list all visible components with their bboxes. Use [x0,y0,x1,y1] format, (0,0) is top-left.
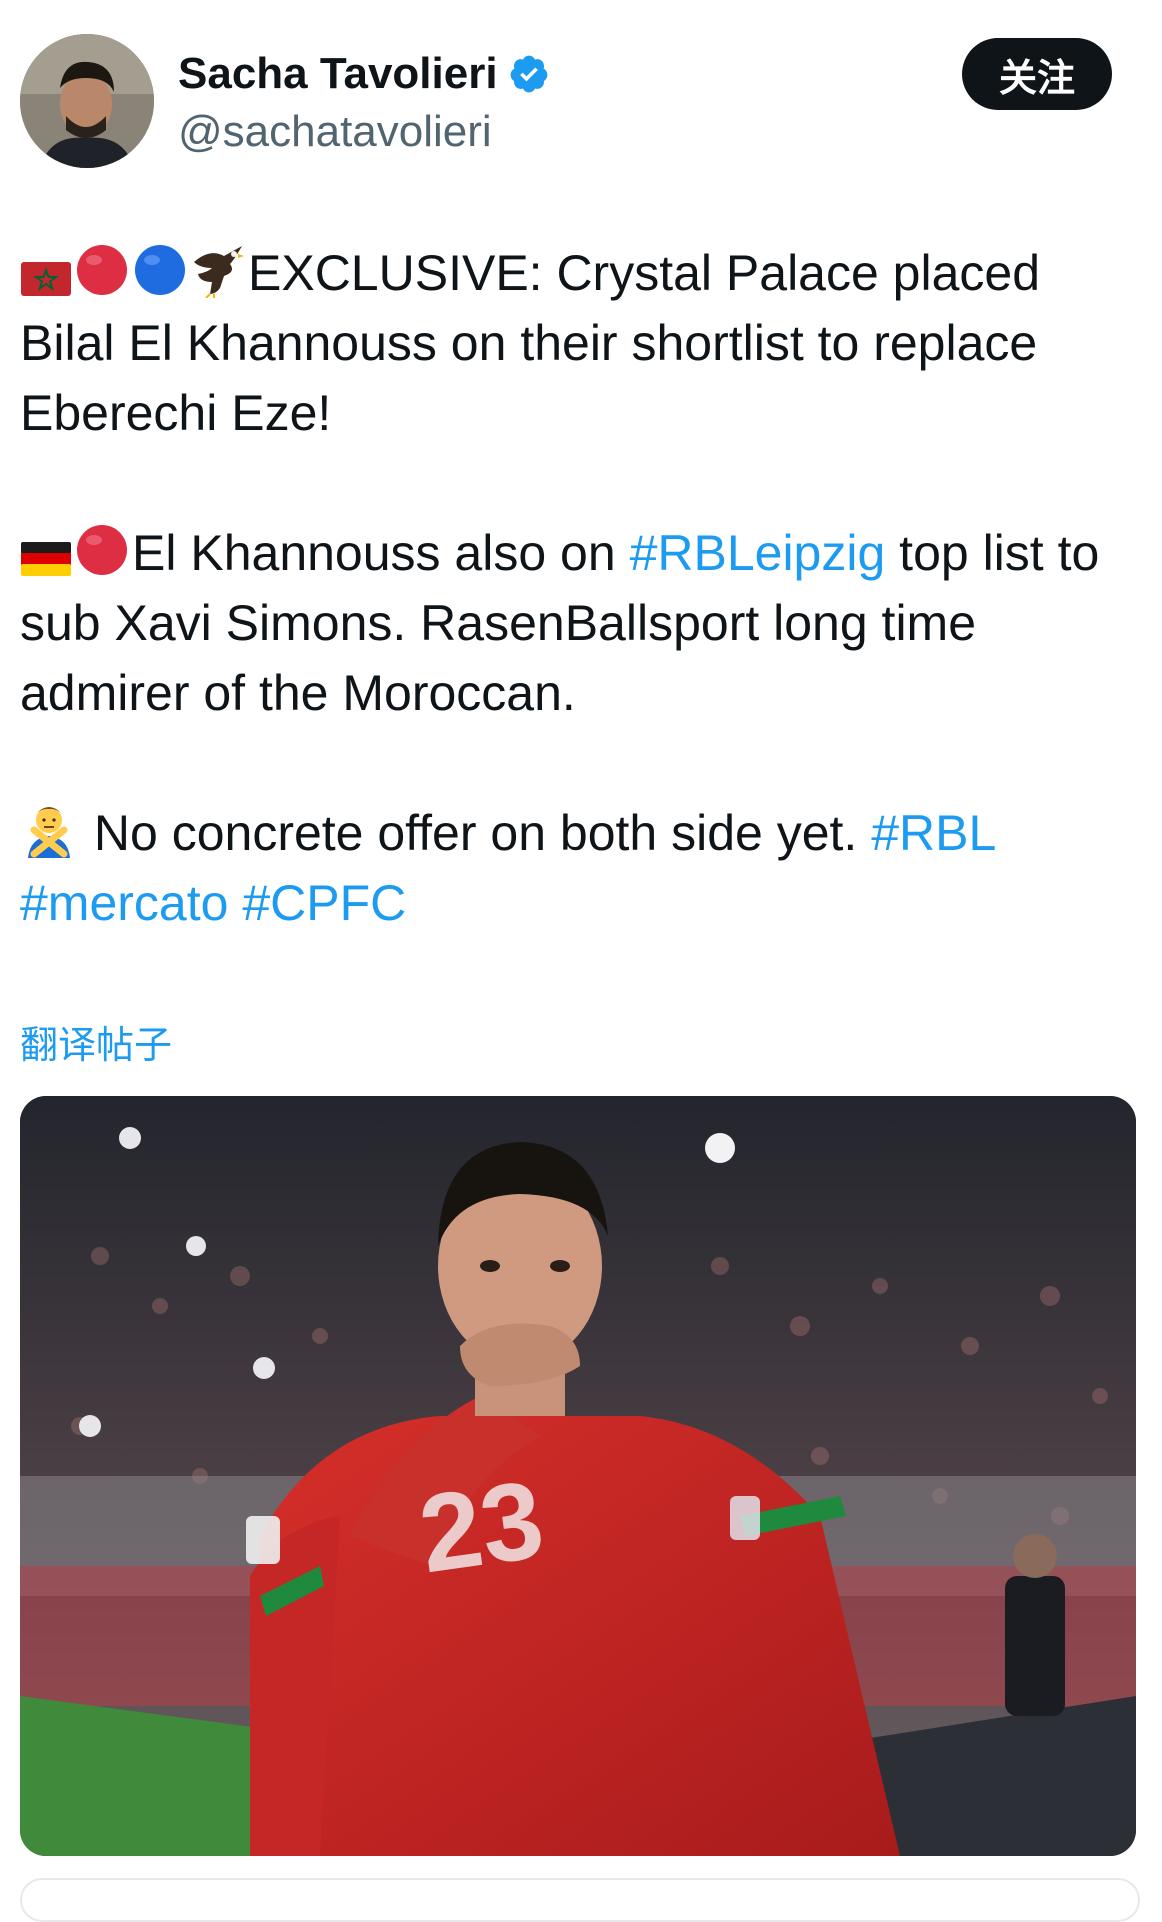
author-handle[interactable]: @sachatavolieri [178,104,492,160]
tweet-paragraph-3-text: No concrete offer on both side yet. [80,805,872,861]
tweet-paragraph-2: El Khannouss also on #RBLeipzig top list… [20,518,1140,728]
red-circle-icon [77,525,127,575]
follow-button[interactable]: 关注 [962,38,1112,110]
hashtag-cpfc[interactable]: #CPFC [242,875,406,931]
avatar[interactable] [20,34,154,168]
next-card-edge [20,1878,1140,1922]
hashtag-rbleipzig[interactable]: #RBLeipzig [630,525,886,581]
author-display-name[interactable]: Sacha Tavolieri [178,46,498,102]
avatar-image [20,34,154,168]
tweet-media-photo[interactable]: 23 [20,1096,1136,1856]
svg-text:23: 23 [412,1458,550,1597]
red-circle-icon [77,245,127,295]
eagle-icon [194,246,244,298]
tweet-paragraph-3: No concrete offer on both side yet. #RBL… [20,798,1140,938]
author-name-row[interactable]: Sacha Tavolieri [178,46,550,102]
player-photo: 23 [20,1096,1136,1856]
flag-morocco-icon [21,262,71,296]
tweet-paragraph-2-text-before: El Khannouss also on [132,525,630,581]
hashtag-mercato[interactable]: #mercato [20,875,228,931]
hashtag-rbl[interactable]: #RBL [871,805,996,861]
tweet-text: EXCLUSIVE: Crystal Palace placed Bilal E… [20,238,1140,938]
tweet-paragraph-1: EXCLUSIVE: Crystal Palace placed Bilal E… [20,238,1140,448]
blue-circle-icon [135,245,185,295]
flag-germany-icon [21,542,71,576]
person-gesturing-no-icon [28,807,70,858]
verified-badge-icon [510,55,547,93]
translate-post-link[interactable]: 翻译帖子 [20,1014,172,1069]
